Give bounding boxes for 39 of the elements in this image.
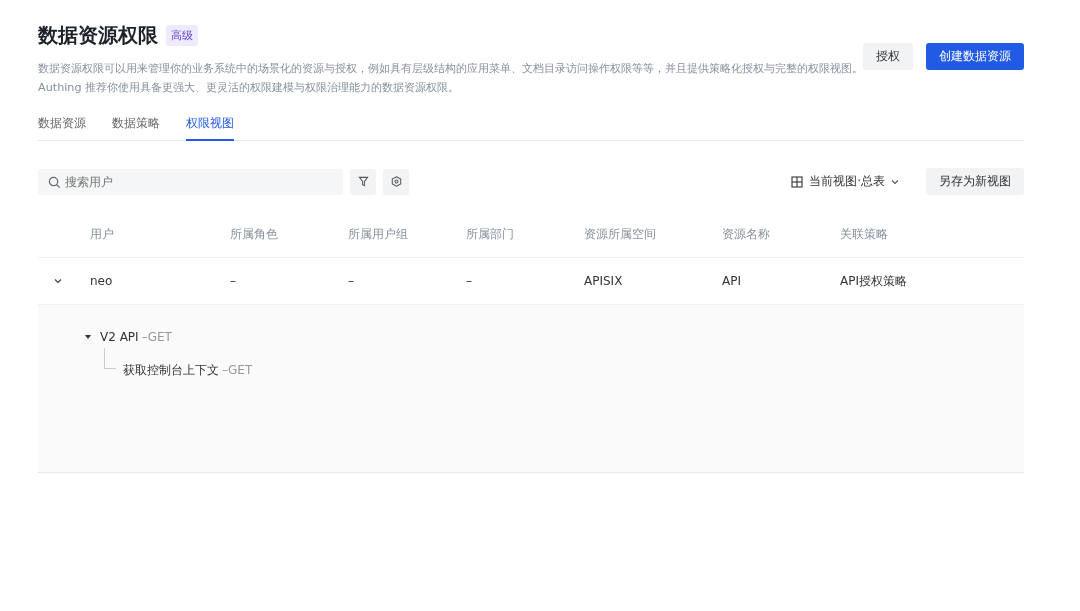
filter-icon — [357, 176, 369, 187]
http-method: –GET — [141, 330, 172, 344]
table-cell-text: neo — [90, 274, 114, 288]
table-cell-text: API授权策略 — [840, 272, 908, 290]
authorize-button[interactable]: 授权 — [863, 43, 913, 70]
create-button[interactable]: 创建数据资源 — [926, 43, 1024, 70]
tree-connector-line — [104, 347, 116, 369]
grid-icon — [791, 175, 804, 188]
filter-button[interactable] — [350, 168, 376, 195]
tab[interactable]: 数据策略 — [112, 109, 160, 141]
settings-icon — [390, 176, 402, 187]
page-description: 数据资源权限可以用来管理你的业务系统中的场景化的资源与授权，例如具有层级结构的应用菜单、文档目录访问操作权限等等，并且提供策略化授权与完整的权限视图。Authing 推荐你使用具备更强大、更灵活的权限建模与权限治理能力的数据资源权限。 — [38, 61, 863, 96]
search-field[interactable]: 搜索用户 — [38, 168, 343, 195]
caret-icon — [891, 178, 899, 185]
expand-triangle-icon[interactable] — [84, 334, 92, 340]
table-cell-text: API — [722, 274, 742, 288]
http-method: –GET — [222, 363, 253, 377]
column-header: 所属用户组 — [348, 225, 409, 243]
table-cell-text: – — [348, 274, 355, 288]
table-cell-text: – — [230, 274, 237, 288]
column-header: 用户 — [90, 225, 115, 243]
column-header: 资源所属空间 — [584, 225, 657, 243]
search-icon — [48, 175, 61, 189]
tab[interactable]: 权限视图 — [186, 109, 234, 141]
column-header: 资源名称 — [722, 225, 771, 243]
tree-node[interactable]: V2 API — [100, 330, 139, 344]
view-selector[interactable]: 当前视图·总表 — [785, 172, 905, 191]
table-cell-text: APISIX — [584, 274, 624, 288]
page-title: 数据资源权限 — [38, 22, 158, 49]
save-view-button[interactable]: 另存为新视图 — [926, 168, 1024, 195]
column-header: 关联策略 — [840, 225, 889, 243]
level-badge: 高级 — [166, 25, 198, 46]
column-header: 所属部门 — [466, 225, 515, 243]
table-cell-text: – — [466, 274, 473, 288]
expand-toggle[interactable] — [52, 276, 64, 286]
tree-node[interactable]: 获取控制台上下文 — [123, 361, 219, 379]
tab[interactable]: 数据资源 — [38, 109, 86, 141]
column-header: 所属角色 — [230, 225, 279, 243]
settings-button[interactable] — [383, 168, 409, 195]
